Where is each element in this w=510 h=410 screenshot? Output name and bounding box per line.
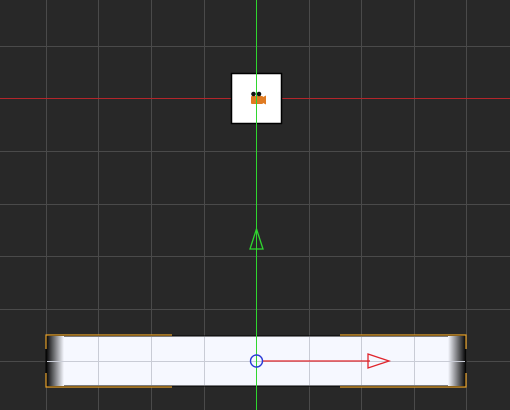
scene-viewport[interactable] xyxy=(0,0,510,410)
camera-reel-left xyxy=(251,91,256,97)
camera-reel-right xyxy=(256,91,262,97)
camera-lens-shape xyxy=(263,95,266,105)
